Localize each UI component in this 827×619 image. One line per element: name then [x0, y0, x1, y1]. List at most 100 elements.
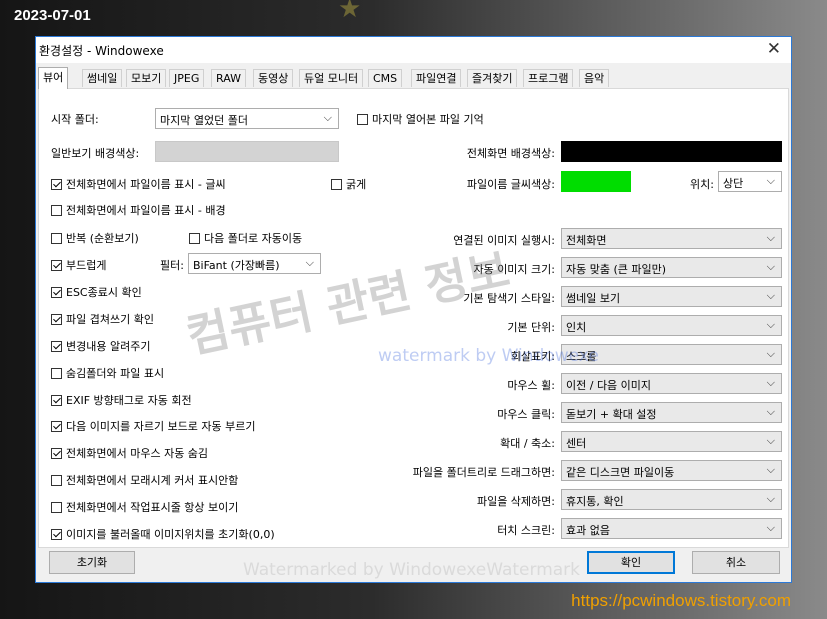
checkbox-box: [51, 447, 62, 459]
checkbox-box: [51, 420, 62, 432]
bold-checkbox[interactable]: 굵게: [331, 176, 366, 192]
normal-bg-color-swatch[interactable]: [155, 141, 339, 162]
show-filename-font-checkbox[interactable]: 전체화면에서 파일이름 표시 - 글씨: [51, 176, 226, 192]
mouse-click-label: 마우스 클릭:: [497, 408, 555, 421]
tab-viewer[interactable]: 뷰어: [38, 67, 69, 89]
arrow-key-label: 회살표키:: [510, 350, 555, 363]
ok-button[interactable]: 확인: [587, 551, 675, 574]
tab-music[interactable]: 음악: [579, 69, 610, 87]
tab-programs[interactable]: 프로그램: [523, 69, 574, 87]
dialog-title: 환경설정 - Windowexe: [39, 44, 164, 58]
tab-video[interactable]: 동영상: [253, 69, 294, 87]
reset-position-checkbox[interactable]: 이미지를 불러올때 이미지위치를 초기화(0,0): [51, 526, 275, 542]
repeat-checkbox[interactable]: 반복 (순환보기): [51, 230, 139, 246]
filename-color-swatch[interactable]: [561, 171, 631, 192]
reset-button[interactable]: 초기화: [49, 551, 135, 574]
checkbox-box: [51, 528, 62, 540]
touch-screen-label: 터치 스크린:: [497, 524, 555, 537]
exif-rotate-checkbox[interactable]: EXIF 방향태그로 자동 회전: [51, 392, 192, 408]
delete-file-select[interactable]: 휴지통, 확인 ⌵: [561, 489, 782, 510]
chevron-down-icon: ⌵: [766, 231, 775, 244]
checkbox-box: [51, 394, 62, 406]
normal-bg-label: 일반보기 배경색상:: [51, 147, 140, 160]
chevron-down-icon: ⌵: [323, 111, 332, 124]
chevron-down-icon: ⌵: [766, 521, 775, 534]
fullscreen-bg-label: 전체화면 배경색상:: [466, 147, 555, 160]
overwrite-confirm-checkbox[interactable]: 파일 겹쳐쓰기 확인: [51, 311, 154, 327]
auto-next-folder-checkbox[interactable]: 다음 폴더로 자동이동: [189, 230, 302, 246]
chevron-down-icon: ⌵: [766, 492, 775, 505]
chevron-down-icon: ⌵: [766, 174, 775, 187]
unit-select[interactable]: 인치 ⌵: [561, 315, 782, 336]
zoom-label: 확대 / 축소:: [500, 437, 555, 450]
chevron-down-icon: ⌵: [766, 289, 775, 302]
show-hidden-checkbox[interactable]: 숨김폴더와 파일 표시: [51, 365, 164, 381]
title-bar: 환경설정 - Windowexe ✕: [36, 37, 791, 63]
chevron-down-icon: ⌵: [766, 318, 775, 331]
checkbox-box: [51, 204, 62, 216]
drag-to-tree-label: 파일을 폴더트리로 드래그하면:: [412, 466, 555, 479]
checkbox-box: [189, 232, 200, 244]
crop-clipboard-checkbox[interactable]: 다음 이미지를 자르기 보드로 자동 부르기: [51, 418, 256, 434]
position-select[interactable]: 상단 ⌵: [718, 171, 782, 192]
delete-file-label: 파일을 삭제하면:: [476, 495, 555, 508]
remember-last-file-checkbox[interactable]: 마지막 열어본 파일 기억: [357, 111, 484, 127]
chevron-down-icon: ⌵: [766, 347, 775, 360]
mouse-wheel-label: 마우스 휠:: [507, 379, 555, 392]
filename-color-label: 파일이름 글씨색상:: [466, 178, 555, 191]
hide-mouse-checkbox[interactable]: 전체화면에서 마우스 자동 숨김: [51, 445, 208, 461]
auto-size-label: 자동 이미지 크기:: [473, 263, 555, 276]
checkbox-box: [331, 178, 342, 190]
checkbox-box: [51, 259, 62, 271]
auto-size-select[interactable]: 자동 맞춤 (큰 파일만) ⌵: [561, 257, 782, 278]
checkbox-box: [51, 286, 62, 298]
checkbox-box: [51, 232, 62, 244]
checkbox-box: [51, 178, 62, 190]
filter-label: 필터:: [160, 259, 184, 272]
fullscreen-bg-color-swatch[interactable]: [561, 141, 782, 162]
tab-favorites[interactable]: 즐겨찾기: [467, 69, 518, 87]
tab-thumbnail[interactable]: 썸네일: [82, 69, 123, 87]
mouse-wheel-select[interactable]: 이전 / 다음 이미지 ⌵: [561, 373, 782, 394]
start-folder-select[interactable]: 마지막 열었던 폴더 ⌵: [155, 108, 339, 129]
tab-file-association[interactable]: 파일연결: [411, 69, 462, 87]
site-url[interactable]: https://pcwindows.tistory.com: [571, 591, 791, 611]
tab-view[interactable]: 모보기: [126, 69, 167, 87]
checkbox-box: [51, 313, 62, 325]
notify-changes-checkbox[interactable]: 변경내용 알려주기: [51, 338, 150, 354]
drag-to-tree-select[interactable]: 같은 디스크면 파일이동 ⌵: [561, 460, 782, 481]
touch-screen-select[interactable]: 효과 없음 ⌵: [561, 518, 782, 539]
linked-image-label: 연결된 이미지 실행시:: [453, 234, 555, 247]
show-progress-checkbox[interactable]: 전체화면에서 작업표시줄 항상 보이기: [51, 499, 238, 515]
checkbox-box: [51, 501, 62, 513]
tab-raw[interactable]: RAW: [211, 69, 246, 87]
smooth-checkbox[interactable]: 부드럽게: [51, 257, 106, 273]
linked-image-select[interactable]: 전체화면 ⌵: [561, 228, 782, 249]
explorer-style-select[interactable]: 썸네일 보기 ⌵: [561, 286, 782, 307]
tab-cms[interactable]: CMS: [368, 69, 403, 87]
checkbox-box: [51, 340, 62, 352]
chevron-down-icon: ⌵: [766, 260, 775, 273]
settings-dialog: 환경설정 - Windowexe ✕ 뷰어 썸네일 모보기 JPEG RAW 동…: [35, 36, 792, 583]
cancel-button[interactable]: 취소: [692, 551, 780, 574]
start-folder-label: 시작 폴더:: [51, 113, 99, 126]
checkbox-box: [357, 113, 368, 125]
viewer-panel: 시작 폴더: 마지막 열었던 폴더 ⌵ 마지막 열어본 파일 기억 일반보기 배…: [38, 88, 789, 548]
checkbox-box: [51, 474, 62, 486]
close-icon[interactable]: ✕: [767, 39, 781, 59]
chevron-down-icon: ⌵: [766, 434, 775, 447]
star-decoration-icon: ★: [338, 0, 362, 24]
hourglass-checkbox[interactable]: 전체화면에서 모래시계 커서 표시안함: [51, 472, 238, 488]
show-filename-bg-checkbox[interactable]: 전체화면에서 파일이름 표시 - 배경: [51, 202, 226, 218]
date-stamp: 2023-07-01: [14, 7, 91, 24]
zoom-select[interactable]: 센터 ⌵: [561, 431, 782, 452]
tab-jpeg[interactable]: JPEG: [169, 69, 205, 87]
tab-dual-monitor[interactable]: 듀얼 모니터: [299, 69, 364, 87]
esc-confirm-checkbox[interactable]: ESC종료시 확인: [51, 284, 142, 300]
mouse-click-select[interactable]: 돋보기 + 확대 설정 ⌵: [561, 402, 782, 423]
checkbox-box: [51, 367, 62, 379]
unit-label: 기본 단위:: [507, 321, 555, 334]
arrow-key-select[interactable]: 스크롤 ⌵: [561, 344, 782, 365]
explorer-style-label: 기본 탐색기 스타일:: [463, 292, 555, 305]
filter-select[interactable]: BiFant (가장빠름) ⌵: [188, 253, 321, 274]
